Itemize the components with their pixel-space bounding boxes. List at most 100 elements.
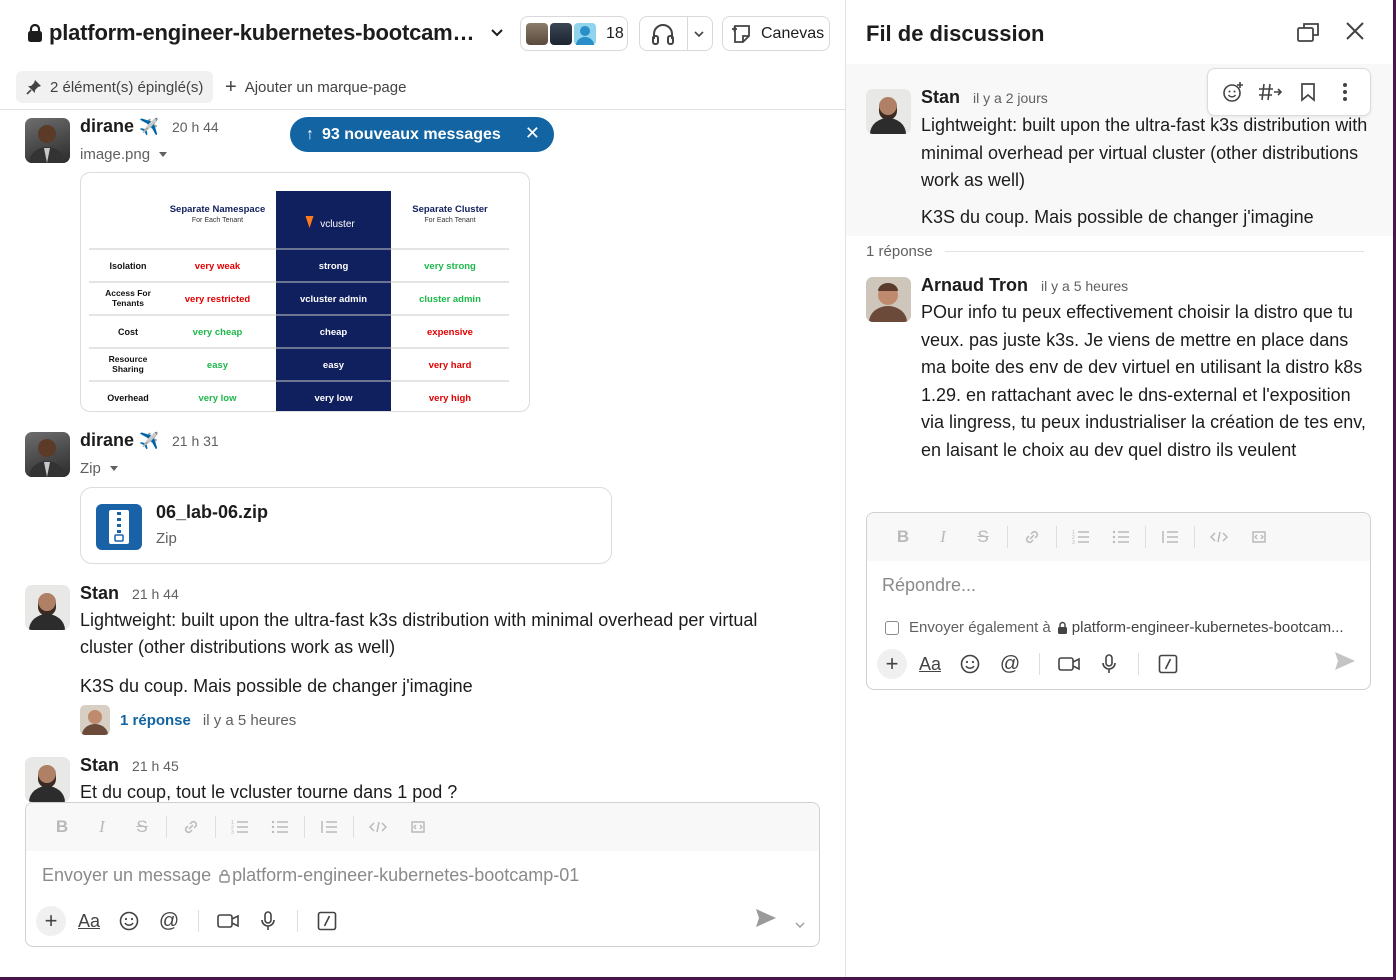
message-author[interactable]: dirane ✈️ 21 h 31 xyxy=(80,430,219,451)
shortcuts-icon[interactable] xyxy=(310,904,344,938)
add-bookmark-button[interactable]: + Ajouter un marque-page xyxy=(225,71,406,103)
members-button[interactable]: 18 xyxy=(520,16,628,51)
code-icon[interactable] xyxy=(358,811,398,843)
table-cell: cheap xyxy=(320,327,348,338)
code-icon[interactable] xyxy=(1199,521,1239,553)
message-text: K3S du coup. Mais possible de changer j'… xyxy=(921,207,1314,227)
plus-icon[interactable]: + xyxy=(36,906,66,936)
table-cell: very low xyxy=(198,393,237,404)
avatar[interactable] xyxy=(25,585,70,630)
message-time[interactable]: il y a 5 heures xyxy=(1041,278,1128,294)
strikethrough-icon[interactable]: S xyxy=(122,811,162,843)
message-author[interactable]: dirane ✈️ 20 h 44 xyxy=(80,116,219,137)
message-author[interactable]: Arnaud Tron il y a 5 heures xyxy=(921,275,1128,296)
chevron-down-icon xyxy=(491,29,504,37)
more-actions-icon[interactable] xyxy=(1329,76,1361,108)
huddle-button[interactable] xyxy=(639,16,713,51)
thread-title: Fil de discussion xyxy=(866,21,1045,46)
new-messages-banner[interactable]: ↑ 93 nouveaux messages ✕ xyxy=(290,117,554,152)
italic-icon[interactable]: I xyxy=(82,811,122,843)
also-send-to-channel[interactable]: Envoyer également à platform-engineer-ku… xyxy=(885,619,1344,636)
code-block-icon[interactable] xyxy=(398,811,438,843)
avatar[interactable] xyxy=(25,432,70,477)
send-icon[interactable] xyxy=(1334,651,1356,677)
bullet-list-icon[interactable] xyxy=(260,811,300,843)
avatar[interactable] xyxy=(25,118,70,163)
video-icon[interactable] xyxy=(211,904,245,938)
blockquote-icon[interactable] xyxy=(1150,521,1190,553)
zip-file-icon xyxy=(96,504,142,550)
text-format-icon[interactable]: Aa xyxy=(72,904,106,938)
microphone-icon[interactable] xyxy=(1092,647,1126,681)
chevron-down-icon[interactable] xyxy=(693,30,705,38)
message-composer[interactable]: B I S 123 Envoyer un message platform-en… xyxy=(25,802,820,947)
popout-icon[interactable] xyxy=(1296,22,1320,44)
reply-count[interactable]: 1 réponse xyxy=(120,712,191,729)
file-attachment[interactable]: 06_lab-06.zip Zip xyxy=(80,487,612,564)
avatar[interactable] xyxy=(866,277,911,322)
link-icon[interactable] xyxy=(171,811,211,843)
caret-down-icon xyxy=(109,465,118,471)
shortcuts-icon[interactable] xyxy=(1151,647,1185,681)
microphone-icon[interactable] xyxy=(251,904,285,938)
bullet-list-icon[interactable] xyxy=(1101,521,1141,553)
message-time[interactable]: 20 h 44 xyxy=(172,119,219,135)
user-icon xyxy=(576,25,594,45)
share-to-channel-icon[interactable] xyxy=(1254,76,1286,108)
close-icon[interactable] xyxy=(1344,18,1366,49)
emoji-icon[interactable] xyxy=(953,647,987,681)
ordered-list-icon[interactable]: 123 xyxy=(220,811,260,843)
link-icon[interactable] xyxy=(1012,521,1052,553)
image-attachment[interactable]: Separate Namespace For Each Tenant vcluste… xyxy=(80,172,530,412)
message-author[interactable]: Stan 21 h 44 xyxy=(80,583,179,604)
message-time[interactable]: il y a 2 jours xyxy=(973,90,1048,106)
message-input[interactable]: Envoyer un message platform-engineer-kub… xyxy=(42,865,579,886)
blockquote-icon[interactable] xyxy=(309,811,349,843)
canvas-button[interactable]: Canevas xyxy=(722,16,830,51)
plus-icon[interactable]: + xyxy=(877,649,907,679)
video-icon[interactable] xyxy=(1052,647,1086,681)
bookmark-icon[interactable] xyxy=(1292,76,1324,108)
ordered-list-icon[interactable]: 123 xyxy=(1061,521,1101,553)
italic-icon[interactable]: I xyxy=(923,521,963,553)
reply-composer[interactable]: B I S 123 Répondre... Envoyer également … xyxy=(866,512,1371,690)
pinned-items-button[interactable]: 2 élément(s) épinglé(s) xyxy=(16,71,214,103)
message-time[interactable]: 21 h 45 xyxy=(132,758,179,774)
message-author[interactable]: Stan il y a 2 jours xyxy=(921,87,1048,108)
message-time[interactable]: 21 h 31 xyxy=(172,433,219,449)
formatting-toolbar: B I S 123 xyxy=(26,803,819,851)
file-name[interactable]: 06_lab-06.zip xyxy=(156,502,268,523)
bold-icon[interactable]: B xyxy=(42,811,82,843)
table-header: Separate Namespace xyxy=(170,204,266,215)
reply-count-divider: 1 réponse xyxy=(866,243,1364,260)
text-format-icon[interactable]: Aa xyxy=(913,647,947,681)
mention-icon[interactable]: @ xyxy=(993,647,1027,681)
message-text: Lightweight: built upon the ultra-fast k… xyxy=(921,115,1368,190)
message-author[interactable]: Stan 21 h 45 xyxy=(80,755,179,776)
table-cell: cluster admin xyxy=(419,294,481,305)
emoji-icon[interactable] xyxy=(112,904,146,938)
add-reaction-icon[interactable] xyxy=(1217,76,1249,108)
file-label-toggle[interactable]: image.png xyxy=(80,146,168,163)
file-label-toggle[interactable]: Zip xyxy=(80,460,119,477)
channel-title-button[interactable]: platform-engineer-kubernetes-bootcam… xyxy=(27,20,504,46)
table-cell: expensive xyxy=(427,327,473,338)
member-count: 18 xyxy=(606,24,624,42)
send-icon[interactable] xyxy=(755,908,777,934)
message-item: Stan 21 h 45 Et du coup, tout le vcluste… xyxy=(0,755,845,802)
avatar[interactable] xyxy=(25,757,70,802)
mention-icon[interactable]: @ xyxy=(152,904,186,938)
chevron-down-icon[interactable] xyxy=(795,918,805,932)
reply-input[interactable]: Répondre... xyxy=(882,575,976,596)
bold-icon[interactable]: B xyxy=(883,521,923,553)
code-block-icon[interactable] xyxy=(1239,521,1279,553)
thread-replies-link[interactable]: 1 réponse il y a 5 heures xyxy=(80,705,296,735)
avatar[interactable] xyxy=(866,89,911,134)
message-time[interactable]: 21 h 44 xyxy=(132,586,179,602)
composer-actions: + Aa @ xyxy=(877,647,1185,681)
message-text: POur info tu peux effectivement choisir … xyxy=(921,302,1366,460)
lock-icon xyxy=(219,869,230,883)
strikethrough-icon[interactable]: S xyxy=(963,521,1003,553)
close-icon[interactable]: ✕ xyxy=(525,123,540,144)
also-send-checkbox[interactable] xyxy=(885,620,899,635)
